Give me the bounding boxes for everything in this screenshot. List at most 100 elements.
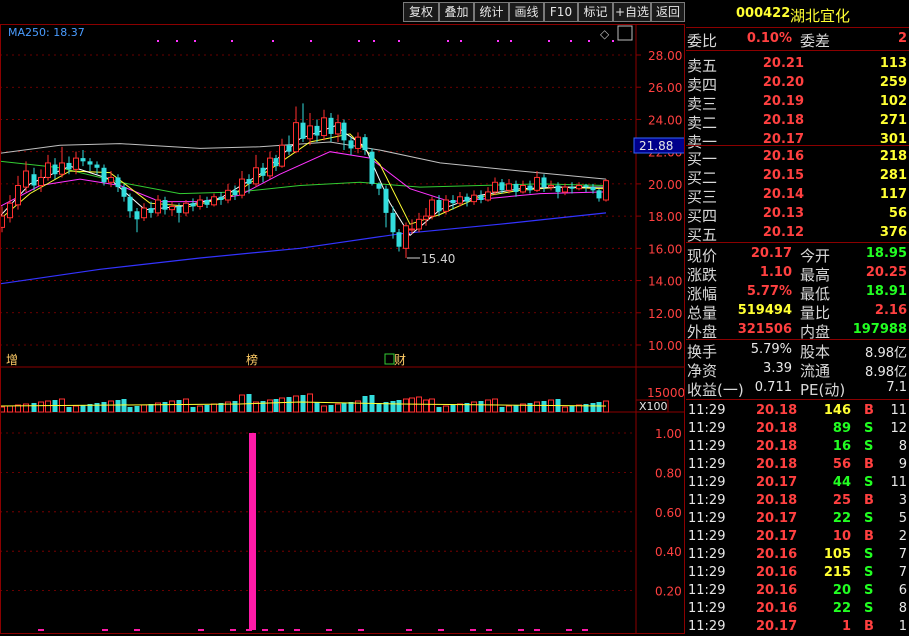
- mark-button[interactable]: 标记: [578, 2, 613, 22]
- candle-up[interactable]: [240, 179, 245, 195]
- candle-down[interactable]: [32, 174, 37, 185]
- candle-up[interactable]: [549, 186, 554, 188]
- overlay-button[interactable]: 叠加: [439, 2, 474, 22]
- candle-up[interactable]: [577, 186, 582, 189]
- candle-down[interactable]: [437, 200, 442, 211]
- fuquan-button[interactable]: 复权: [403, 2, 439, 22]
- candle-up[interactable]: [424, 216, 429, 219]
- candle-down[interactable]: [479, 195, 484, 200]
- candle-down[interactable]: [301, 123, 306, 139]
- candle-up[interactable]: [294, 123, 299, 152]
- candle-up[interactable]: [24, 171, 29, 187]
- candle-down[interactable]: [349, 140, 354, 148]
- candle-down[interactable]: [261, 168, 266, 176]
- candle-up[interactable]: [268, 158, 273, 176]
- bid-row[interactable]: 买二 20.15 281: [686, 167, 909, 185]
- candle-down[interactable]: [177, 206, 182, 212]
- candle-down[interactable]: [191, 203, 196, 206]
- candle-up[interactable]: [142, 208, 147, 218]
- candle-down[interactable]: [88, 161, 93, 164]
- tick-row[interactable]: 11:29 20.17 22 S 5: [686, 510, 909, 528]
- candle-down[interactable]: [584, 186, 589, 188]
- candle-up[interactable]: [535, 177, 540, 190]
- candle-down[interactable]: [377, 184, 382, 189]
- candle-down[interactable]: [247, 179, 252, 184]
- candle-up[interactable]: [444, 200, 449, 211]
- candle-up[interactable]: [563, 187, 568, 192]
- candle-down[interactable]: [514, 184, 519, 192]
- tick-row[interactable]: 11:29 20.17 44 S 11: [686, 474, 909, 492]
- candle-down[interactable]: [597, 190, 602, 198]
- add-watchlist-button[interactable]: +自选: [613, 2, 651, 22]
- candle-up[interactable]: [356, 137, 361, 148]
- candle-down[interactable]: [397, 232, 402, 247]
- candle-down[interactable]: [128, 197, 133, 212]
- back-button[interactable]: 返回: [651, 2, 685, 22]
- candle-up[interactable]: [46, 163, 51, 178]
- candle-up[interactable]: [322, 118, 327, 136]
- candle-up[interactable]: [507, 184, 512, 190]
- tick-row[interactable]: 11:29 20.18 89 S 12: [686, 420, 909, 438]
- candle-down[interactable]: [122, 187, 127, 197]
- candle-down[interactable]: [384, 189, 389, 213]
- candle-up[interactable]: [410, 229, 415, 230]
- candle-up[interactable]: [604, 181, 609, 200]
- tick-row[interactable]: 11:29 20.18 16 S 8: [686, 438, 909, 456]
- candle-down[interactable]: [219, 197, 224, 200]
- statistics-button[interactable]: 统计: [474, 2, 509, 22]
- candle-up[interactable]: [430, 200, 435, 216]
- candle-down[interactable]: [591, 187, 596, 190]
- candle-up[interactable]: [39, 177, 44, 185]
- ask-row[interactable]: 卖一 20.17 301: [686, 131, 909, 149]
- candle-down[interactable]: [342, 123, 347, 141]
- candle-down[interactable]: [528, 186, 533, 191]
- ask-row[interactable]: 卖三 20.19 102: [686, 93, 909, 111]
- candle-down[interactable]: [370, 152, 375, 184]
- candle-down[interactable]: [451, 200, 456, 203]
- candle-up[interactable]: [280, 145, 285, 166]
- candle-down[interactable]: [274, 158, 279, 166]
- candle-up[interactable]: [493, 182, 498, 192]
- tick-row[interactable]: 11:29 20.16 105 S 7: [686, 546, 909, 564]
- candle-up[interactable]: [16, 186, 21, 205]
- tick-row[interactable]: 11:29 20.18 25 B 3: [686, 492, 909, 510]
- draw-line-button[interactable]: 画线: [509, 2, 544, 22]
- candle-up[interactable]: [8, 203, 13, 218]
- candle-down[interactable]: [233, 190, 238, 195]
- candle-down[interactable]: [53, 165, 58, 175]
- ask-row[interactable]: 卖二 20.18 271: [686, 112, 909, 130]
- event-label-ranking[interactable]: 榜: [246, 352, 258, 367]
- candle-up[interactable]: [74, 158, 79, 169]
- bid-row[interactable]: 买五 20.12 376: [686, 224, 909, 242]
- candle-up[interactable]: [336, 123, 341, 134]
- bid-row[interactable]: 买三 20.14 117: [686, 186, 909, 204]
- diamond-icon[interactable]: ◇: [600, 27, 610, 41]
- candle-down[interactable]: [329, 118, 334, 134]
- candle-up[interactable]: [212, 197, 217, 205]
- candle-down[interactable]: [556, 186, 561, 192]
- candle-up[interactable]: [198, 200, 203, 206]
- candle-down[interactable]: [391, 213, 396, 232]
- candle-up[interactable]: [226, 190, 231, 200]
- candle-up[interactable]: [404, 226, 409, 249]
- ask-row[interactable]: 卖四 20.20 259: [686, 74, 909, 92]
- candle-down[interactable]: [95, 165, 100, 168]
- candle-down[interactable]: [205, 200, 210, 205]
- candle-up[interactable]: [60, 163, 65, 174]
- candle-up[interactable]: [458, 197, 463, 203]
- candle-up[interactable]: [472, 195, 477, 201]
- candle-up[interactable]: [184, 203, 189, 213]
- candle-up[interactable]: [308, 126, 313, 139]
- tick-row[interactable]: 11:29 20.17 1 B 1: [686, 618, 909, 636]
- bid-row[interactable]: 买四 20.13 56: [686, 205, 909, 223]
- event-label-financial[interactable]: 财: [394, 353, 406, 367]
- bid-row[interactable]: 买一 20.16 218: [686, 148, 909, 166]
- candle-up[interactable]: [417, 219, 422, 229]
- candle-up[interactable]: [521, 186, 526, 192]
- candle-down[interactable]: [116, 177, 121, 187]
- event-label-increase[interactable]: 增: [6, 353, 18, 367]
- candle-down[interactable]: [67, 163, 72, 169]
- f10-button[interactable]: F10: [544, 2, 578, 22]
- candle-up[interactable]: [0, 216, 5, 227]
- candle-down[interactable]: [163, 200, 168, 210]
